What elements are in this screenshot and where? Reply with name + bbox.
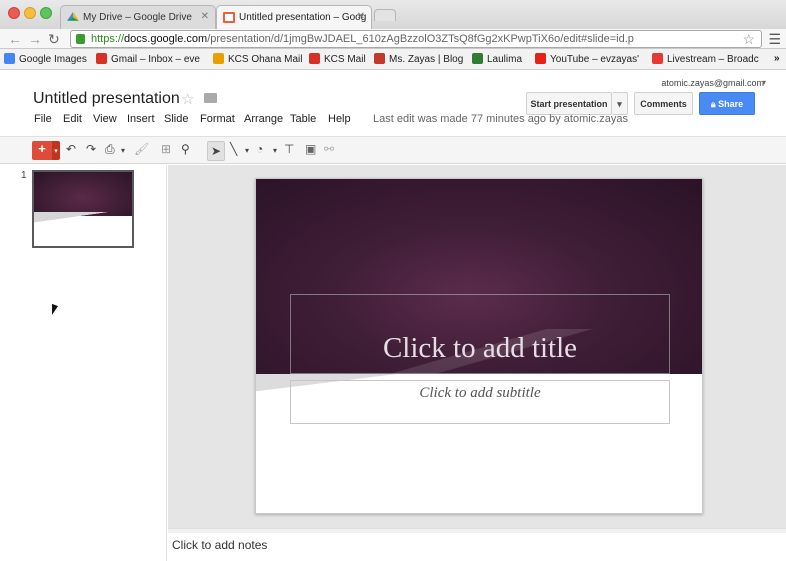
bookmark-laulima[interactable]: Laulima bbox=[472, 53, 522, 65]
reload-icon[interactable]: ↻ bbox=[48, 31, 60, 48]
menu-insert[interactable]: Insert bbox=[127, 113, 155, 125]
close-icon[interactable]: ✕ bbox=[357, 11, 365, 22]
mouse-pointer-icon bbox=[52, 303, 58, 318]
lock-icon bbox=[76, 34, 85, 44]
last-edit-status[interactable]: Last edit was made 77 minutes ago by ato… bbox=[373, 113, 628, 125]
browser-tab-strip: My Drive – Google Drive ✕ Untitled prese… bbox=[0, 0, 786, 30]
menu-slide[interactable]: Slide bbox=[164, 113, 188, 125]
tab-my-drive[interactable]: My Drive – Google Drive ✕ bbox=[60, 5, 216, 30]
chevron-down-icon[interactable]: ▾ bbox=[121, 146, 125, 155]
title-placeholder[interactable]: Click to add title bbox=[291, 332, 669, 365]
zoom-icon[interactable]: ⚲ bbox=[181, 142, 190, 156]
zoom-window-button[interactable] bbox=[40, 7, 52, 19]
bookmark-star-icon[interactable]: ☆ bbox=[742, 31, 755, 47]
gmail-icon bbox=[309, 53, 320, 64]
account-email[interactable]: atomic.zayas@gmail.com bbox=[661, 78, 764, 88]
new-tab-button[interactable] bbox=[374, 9, 396, 21]
slide-thumbnail[interactable] bbox=[32, 170, 134, 248]
bookmark-youtube[interactable]: YouTube – evzayas' bbox=[535, 53, 639, 65]
speaker-notes-area[interactable]: Click to add notes bbox=[168, 533, 786, 561]
browser-toolbar: ← → ↻ https://docs.google.com/presentati… bbox=[0, 29, 786, 49]
start-presentation-dropdown[interactable]: ▾ bbox=[612, 92, 628, 115]
paint-format-icon[interactable]: 🖌︎ bbox=[134, 142, 149, 156]
close-icon[interactable]: ✕ bbox=[201, 11, 209, 22]
slide-canvas-area: Click to add title Click to add subtitle bbox=[168, 165, 786, 528]
thumbnail-theme-band bbox=[34, 172, 132, 216]
print-icon[interactable]: ⎙ bbox=[105, 142, 115, 157]
bookmark-kcs-mail[interactable]: KCS Mail bbox=[309, 53, 366, 65]
livestream-icon bbox=[652, 53, 663, 64]
link-icon[interactable]: ⚯ bbox=[324, 142, 334, 156]
leaf-icon bbox=[472, 53, 483, 64]
share-button[interactable]: 🔒︎ Share bbox=[699, 92, 755, 115]
address-bar[interactable]: https://docs.google.com/presentation/d/1… bbox=[70, 30, 762, 48]
menu-format[interactable]: Format bbox=[200, 113, 235, 125]
bookmark-ms-zayas-blog[interactable]: Ms. Zayas | Blog bbox=[374, 53, 463, 65]
shape-tool-icon[interactable]: ◔ bbox=[256, 142, 263, 156]
subtitle-placeholder-box[interactable]: Click to add subtitle bbox=[290, 380, 670, 424]
menu-edit[interactable]: Edit bbox=[63, 113, 82, 125]
url-scheme: https:// bbox=[91, 33, 125, 45]
new-slide-button[interactable]: + bbox=[32, 141, 52, 160]
notes-placeholder[interactable]: Click to add notes bbox=[172, 538, 267, 552]
title-placeholder-box[interactable]: Click to add title bbox=[290, 294, 670, 374]
menu-view[interactable]: View bbox=[93, 113, 117, 125]
text-box-icon[interactable]: ⊤ bbox=[284, 142, 294, 156]
bookmarks-bar: Google Images Gmail – Inbox – eve KCS Oh… bbox=[0, 49, 786, 70]
close-window-button[interactable] bbox=[8, 7, 20, 19]
bookmark-kcs-ohana-mail[interactable]: KCS Ohana Mail bbox=[213, 53, 302, 65]
comments-button[interactable]: Comments bbox=[634, 92, 693, 115]
chrome-menu-icon[interactable]: ☰ bbox=[768, 31, 781, 48]
menu-file[interactable]: File bbox=[34, 113, 52, 125]
lock-icon: 🔒︎ bbox=[710, 99, 716, 109]
presentation-title[interactable]: Untitled presentation bbox=[33, 90, 180, 108]
start-presentation-button[interactable]: Start presentation bbox=[526, 92, 612, 115]
image-icon[interactable]: ▣ bbox=[305, 142, 316, 156]
line-tool-icon[interactable]: ╲ bbox=[230, 142, 237, 156]
tab-label: My Drive – Google Drive bbox=[83, 12, 192, 23]
google-drive-icon bbox=[67, 12, 79, 21]
redo-icon[interactable]: ↷ bbox=[86, 142, 96, 156]
url-path: /presentation/d/1jmgBwJDAEL_610zAgBzzolO… bbox=[207, 33, 634, 45]
apple-icon bbox=[374, 53, 385, 64]
editing-toolbar: + ▾ ↶ ↷ ⎙ ▾ 🖌︎ ⊞ ⚲ ➤ ╲ ▾ ◔ ▾ ⊤ ▣ ⚯ bbox=[0, 136, 786, 164]
star-icon[interactable]: ☆ bbox=[181, 90, 194, 108]
slide-number: 1 bbox=[21, 170, 27, 181]
bookmark-google-images[interactable]: Google Images bbox=[4, 53, 87, 65]
slide-canvas[interactable]: Click to add title Click to add subtitle bbox=[255, 178, 703, 514]
bookmark-livestream[interactable]: Livestream – Broadc bbox=[652, 53, 759, 65]
chevron-down-icon[interactable]: ▾ bbox=[245, 146, 249, 155]
minimize-window-button[interactable] bbox=[24, 7, 36, 19]
tab-label: Untitled presentation – Goog bbox=[239, 12, 367, 23]
subtitle-placeholder[interactable]: Click to add subtitle bbox=[291, 385, 669, 402]
gmail-icon bbox=[96, 53, 107, 64]
menu-help[interactable]: Help bbox=[328, 113, 351, 125]
new-slide-layout-dropdown[interactable]: ▾ bbox=[52, 141, 60, 160]
slide-filmstrip: 1 bbox=[0, 165, 167, 561]
outlook-icon bbox=[213, 53, 224, 64]
url-host: docs.google.com bbox=[124, 33, 208, 45]
undo-icon[interactable]: ↶ bbox=[66, 142, 76, 156]
tab-untitled-presentation[interactable]: Untitled presentation – Goog ✕ bbox=[216, 5, 372, 30]
back-arrow-icon[interactable]: ← bbox=[8, 31, 22, 47]
folder-icon[interactable] bbox=[204, 93, 217, 103]
more-bookmarks-icon[interactable]: » bbox=[774, 53, 780, 64]
bookmark-gmail[interactable]: Gmail – Inbox – eve bbox=[96, 53, 200, 65]
youtube-icon bbox=[535, 53, 546, 64]
select-cursor-icon[interactable]: ➤ bbox=[207, 141, 225, 161]
zoom-fit-icon[interactable]: ⊞ bbox=[161, 142, 171, 156]
menu-table[interactable]: Table bbox=[290, 113, 316, 125]
chevron-down-icon[interactable]: ▾ bbox=[273, 146, 277, 155]
google-slides-icon bbox=[223, 12, 235, 23]
thumbnail-wedge bbox=[34, 212, 132, 224]
forward-arrow-icon[interactable]: → bbox=[28, 31, 42, 47]
menu-arrange[interactable]: Arrange bbox=[244, 113, 283, 125]
google-icon bbox=[4, 53, 15, 64]
chevron-down-icon[interactable]: ▾ bbox=[762, 78, 766, 87]
